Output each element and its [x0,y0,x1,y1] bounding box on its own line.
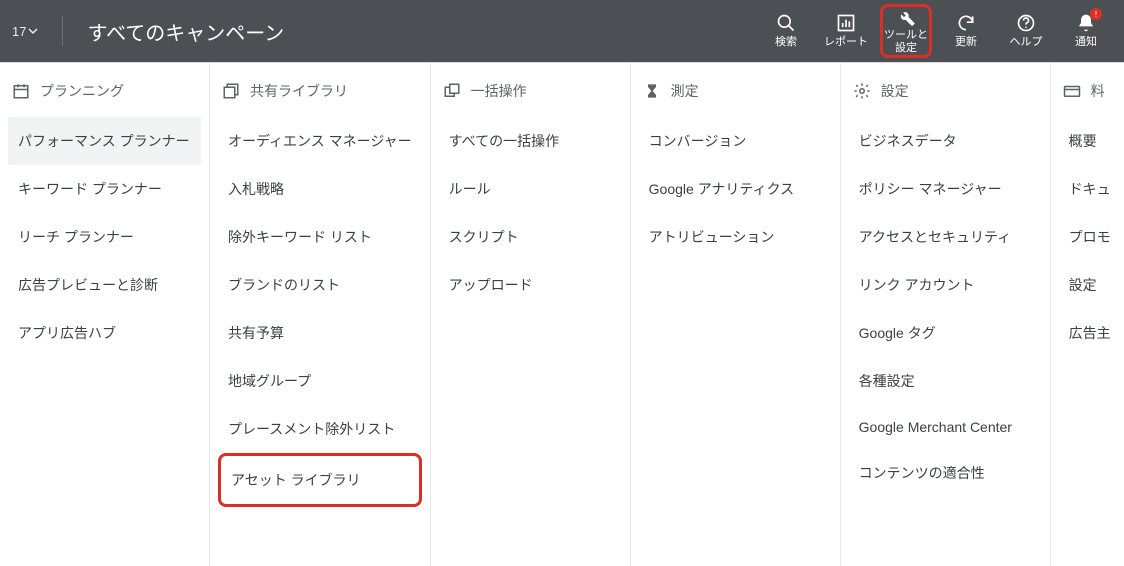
wrench-icon [895,7,917,27]
tools-settings-button[interactable]: ツールと設定 [880,4,932,58]
reach-planner-item[interactable]: リーチ プランナー [8,213,201,261]
notifications-label: 通知 [1075,36,1097,49]
shared-library-column: 共有ライブラリ オーディエンス マネージャー 入札戦略 除外キーワード リスト … [210,63,431,566]
location-groups-item[interactable]: 地域グループ [218,357,422,405]
performance-planner-item[interactable]: パフォーマンス プランナー [8,117,201,165]
setup-header-label: 設定 [881,81,909,101]
help-label: ヘルプ [1010,36,1043,49]
bid-strategy-item[interactable]: 入札戦略 [218,165,422,213]
reports-button[interactable]: レポート [820,4,872,58]
upload-item[interactable]: アップロード [439,261,622,309]
measurement-header: 測定 [639,81,832,101]
placement-exclusion-item[interactable]: プレースメント除外リスト [218,405,422,453]
conversions-item[interactable]: コンバージョン [639,117,832,165]
content-suitability-item[interactable]: コンテンツの適合性 [849,449,1042,497]
brand-list-item[interactable]: ブランドのリスト [218,261,422,309]
billing-column: 料 概要 ドキュ プロモ 設定 広告主 [1051,63,1124,566]
setup-header: 設定 [849,81,1042,101]
search-icon [775,12,797,34]
bulk-actions-header-label: 一括操作 [471,81,527,101]
page-title: すべてのキャンペーン [87,17,284,46]
library-icon [222,82,240,100]
refresh-icon [955,12,977,34]
hourglass-icon [643,82,661,100]
refresh-label: 更新 [955,36,977,49]
reports-icon [835,12,857,34]
tools-mega-menu: プランニング パフォーマンス プランナー キーワード プランナー リーチ プラン… [0,62,1124,566]
attribution-item[interactable]: アトリビューション [639,213,832,261]
billing-promo-item[interactable]: プロモ [1059,213,1121,261]
account-dropdown-label: 17 [12,24,26,39]
billing-docs-item[interactable]: ドキュ [1059,165,1121,213]
measurement-header-label: 測定 [671,81,699,101]
shared-library-header-label: 共有ライブラリ [250,81,348,101]
planning-column: プランニング パフォーマンス プランナー キーワード プランナー リーチ プラン… [0,63,210,566]
chevron-down-icon [28,26,38,36]
calendar-icon [12,82,30,100]
rules-item[interactable]: ルール [439,165,622,213]
reports-label: レポート [824,36,868,49]
search-label: 検索 [775,36,797,49]
billing-advertiser-item[interactable]: 広告主 [1059,309,1121,357]
search-button[interactable]: 検索 [760,4,812,58]
business-data-item[interactable]: ビジネスデータ [849,117,1042,165]
ad-preview-item[interactable]: 広告プレビューと診断 [8,261,201,309]
app-ads-hub-item[interactable]: アプリ広告ハブ [8,309,201,357]
google-tag-item[interactable]: Google タグ [849,309,1042,357]
preferences-item[interactable]: 各種設定 [849,357,1042,405]
setup-column: 設定 ビジネスデータ ポリシー マネージャー アクセスとセキュリティ リンク ア… [841,63,1051,566]
billing-header-label: 料 [1091,81,1105,101]
planning-header: プランニング [8,81,201,101]
bulk-actions-header: 一括操作 [439,81,622,101]
bulk-icon [443,82,461,100]
merchant-center-item[interactable]: Google Merchant Center [849,405,1042,449]
measurement-column: 測定 コンバージョン Google アナリティクス アトリビューション [631,63,841,566]
audience-manager-item[interactable]: オーディエンス マネージャー [218,117,422,165]
asset-library-item[interactable]: アセット ライブラリ [218,453,422,507]
policy-manager-item[interactable]: ポリシー マネージャー [849,165,1042,213]
keyword-planner-item[interactable]: キーワード プランナー [8,165,201,213]
notifications-button[interactable]: ! 通知 [1060,4,1112,58]
planning-header-label: プランニング [40,81,124,101]
shared-budget-item[interactable]: 共有予算 [218,309,422,357]
billing-settings-item[interactable]: 設定 [1059,261,1121,309]
linked-accounts-item[interactable]: リンク アカウント [849,261,1042,309]
notification-badge: ! [1090,8,1102,20]
shared-library-header: 共有ライブラリ [218,81,422,101]
tools-label: ツールと設定 [883,29,929,55]
help-icon [1015,12,1037,34]
refresh-button[interactable]: 更新 [940,4,992,58]
credit-card-icon [1063,82,1081,100]
scripts-item[interactable]: スクリプト [439,213,622,261]
bulk-actions-column: 一括操作 すべての一括操作 ルール スクリプト アップロード [431,63,631,566]
account-dropdown[interactable]: 17 [12,24,38,39]
all-bulk-actions-item[interactable]: すべての一括操作 [439,117,622,165]
header-divider [62,16,63,46]
negative-keyword-item[interactable]: 除外キーワード リスト [218,213,422,261]
billing-header: 料 [1059,81,1121,101]
gear-icon [853,82,871,100]
billing-summary-item[interactable]: 概要 [1059,117,1121,165]
access-security-item[interactable]: アクセスとセキュリティ [849,213,1042,261]
google-analytics-item[interactable]: Google アナリティクス [639,165,832,213]
help-button[interactable]: ヘルプ [1000,4,1052,58]
